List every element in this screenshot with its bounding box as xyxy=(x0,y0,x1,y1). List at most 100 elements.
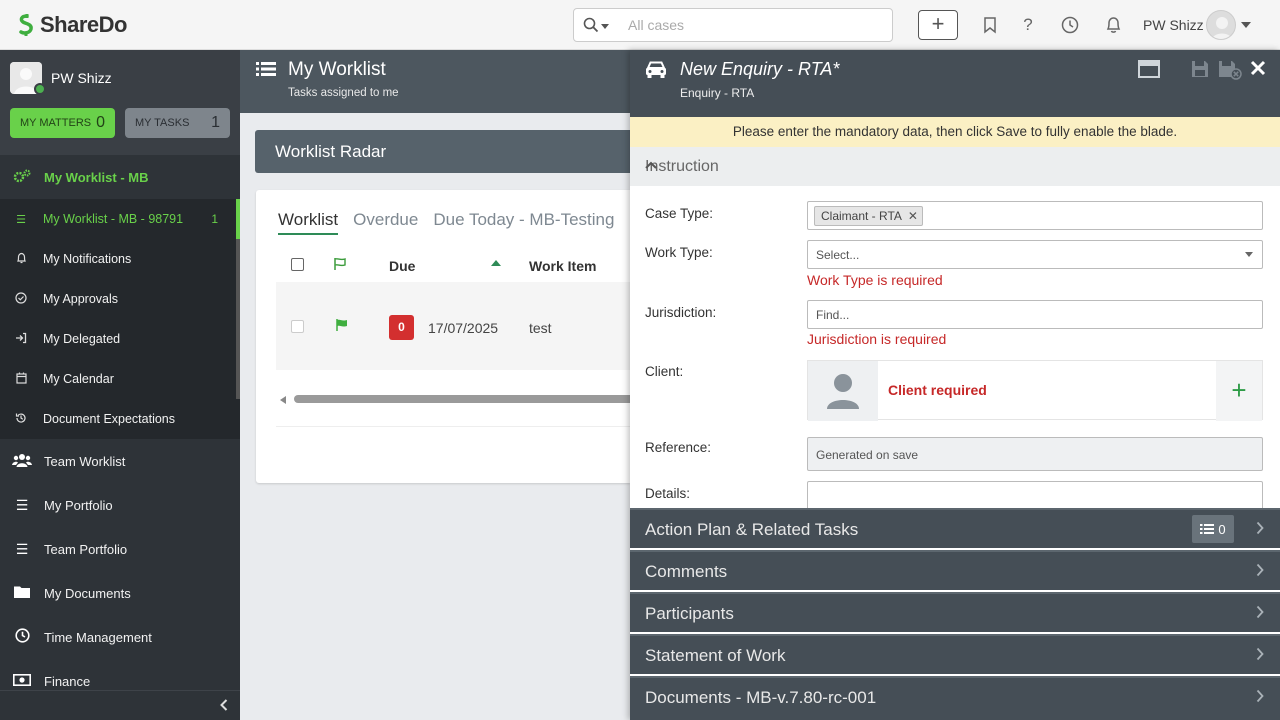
section-action-plan[interactable]: Action Plan & Related Tasks 0 xyxy=(630,508,1280,548)
tab-overdue[interactable]: Overdue xyxy=(353,210,418,235)
section-comments[interactable]: Comments xyxy=(630,550,1280,590)
online-status-icon xyxy=(34,83,46,95)
scrollbar-thumb[interactable] xyxy=(294,395,634,403)
flag-column-icon[interactable] xyxy=(333,257,347,274)
section-participants[interactable]: Participants xyxy=(630,592,1280,632)
my-matters-count: 0 xyxy=(96,114,105,131)
worklist-radar-title: Worklist Radar xyxy=(275,142,387,161)
mandatory-data-warning: Please enter the mandatory data, then cl… xyxy=(630,117,1280,147)
list-icon: ☰ xyxy=(15,540,29,557)
action-plan-count-badge[interactable]: 0 xyxy=(1192,515,1234,543)
sidebar-item-time-management[interactable]: Time Management xyxy=(0,615,240,659)
sidebar-item-label: My Delegated xyxy=(43,332,121,346)
sidebar-item-my-worklist-mb-98791[interactable]: ☰ My Worklist - MB - 98791 1 xyxy=(0,199,240,239)
section-documents[interactable]: Documents - MB-v.7.80-rc-001 xyxy=(630,676,1280,720)
select-all-checkbox[interactable] xyxy=(291,258,304,271)
users-icon xyxy=(12,453,32,470)
column-header-work-item[interactable]: Work Item xyxy=(529,258,596,274)
worklist-radar-header[interactable]: Worklist Radar xyxy=(255,130,630,173)
sidebar-collapse-button[interactable] xyxy=(0,690,240,720)
blade-header: New Enquiry - RTA* Enquiry - RTA xyxy=(630,50,1280,117)
scroll-left-icon[interactable] xyxy=(280,396,286,404)
sidebar-item-my-portfolio[interactable]: ☰ My Portfolio xyxy=(0,483,240,527)
sidebar-item-label: Team Portfolio xyxy=(44,541,128,557)
user-menu-caret-icon[interactable] xyxy=(1241,22,1251,28)
chevron-right-icon xyxy=(1256,605,1264,622)
work-type-select[interactable]: Select... xyxy=(807,240,1263,269)
work-type-label: Work Type: xyxy=(645,245,713,260)
sidebar-item-label: My Notifications xyxy=(43,252,132,266)
section-statement-of-work[interactable]: Statement of Work xyxy=(630,634,1280,674)
page-subtitle: Tasks assigned to me xyxy=(288,87,399,99)
case-type-tag-label: Claimant - RTA xyxy=(821,209,902,223)
money-icon xyxy=(12,673,32,689)
chevron-up-icon[interactable] xyxy=(645,156,1258,172)
search-input[interactable] xyxy=(618,17,892,33)
details-label: Details: xyxy=(645,486,691,501)
sidebar-item-label: Finance xyxy=(44,673,91,689)
sidebar-item-label: My Documents xyxy=(44,585,131,601)
case-type-field[interactable]: Claimant - RTA ✕ xyxy=(807,201,1263,230)
my-matters-label: My Matters xyxy=(20,117,92,129)
divider xyxy=(276,426,630,427)
sidebar-item-my-calendar[interactable]: My Calendar xyxy=(0,359,240,399)
reference-value: Generated on save xyxy=(816,448,919,462)
save-and-close-icon[interactable] xyxy=(1218,60,1242,82)
sidebar-item-team-worklist[interactable]: Team Worklist xyxy=(0,439,240,483)
sidebar-item-label: Document Expectations xyxy=(43,412,176,426)
sort-ascending-icon[interactable] xyxy=(491,260,501,266)
blade-subtitle: Enquiry - RTA xyxy=(680,86,755,100)
client-label: Client: xyxy=(645,364,684,379)
history-icon[interactable] xyxy=(1058,13,1082,37)
add-button[interactable]: + xyxy=(918,10,958,40)
sidebar-item-my-notifications[interactable]: My Notifications xyxy=(0,239,240,279)
section-instruction-header[interactable]: Instruction xyxy=(630,147,1280,186)
sidebar-item-my-delegated[interactable]: My Delegated xyxy=(0,319,240,359)
sidebar-item-my-documents[interactable]: My Documents xyxy=(0,571,240,615)
flag-icon[interactable] xyxy=(335,318,349,335)
horizontal-scrollbar[interactable] xyxy=(280,395,634,405)
tab-worklist[interactable]: Worklist xyxy=(278,210,339,235)
row-checkbox[interactable] xyxy=(291,320,304,333)
sidebar-item-team-portfolio[interactable]: ☰ Team Portfolio xyxy=(0,527,240,571)
search-icon[interactable] xyxy=(574,9,618,41)
column-header-due[interactable]: Due xyxy=(389,258,415,274)
list-icon: ☰ xyxy=(16,213,26,226)
section-title: Action Plan & Related Tasks xyxy=(645,520,859,539)
list-icon: ☰ xyxy=(15,496,29,513)
user-avatar[interactable] xyxy=(1206,10,1236,40)
jurisdiction-label: Jurisdiction: xyxy=(645,305,717,320)
case-search[interactable] xyxy=(573,8,893,42)
add-client-button[interactable]: + xyxy=(1216,361,1262,421)
tab-due-today[interactable]: Due Today - MB-Testing xyxy=(433,210,614,235)
jurisdiction-input[interactable]: Find... xyxy=(807,300,1263,329)
sidebar-item-label: My Portfolio xyxy=(44,497,113,513)
maximize-icon[interactable] xyxy=(1137,60,1161,82)
reference-label: Reference: xyxy=(645,440,712,455)
save-icon[interactable] xyxy=(1188,60,1212,82)
work-item-name[interactable]: test xyxy=(529,320,552,336)
sidebar-item-label: Time Management xyxy=(44,629,152,645)
close-icon[interactable] xyxy=(1250,56,1266,82)
subnav-scrollbar[interactable] xyxy=(236,239,240,399)
sidebar-item-my-approvals[interactable]: My Approvals xyxy=(0,279,240,319)
case-type-tag[interactable]: Claimant - RTA ✕ xyxy=(814,206,923,226)
blade-title: New Enquiry - RTA* xyxy=(680,59,840,79)
jurisdiction-placeholder: Find... xyxy=(816,308,850,322)
my-matters-button[interactable]: My Matters 0 xyxy=(10,108,115,138)
sidebar-item-my-worklist-mb[interactable]: My Worklist - MB xyxy=(0,155,240,199)
grid-header: Due Work Item xyxy=(276,250,630,282)
cogs-icon xyxy=(12,169,32,186)
sidebar-item-document-expectations[interactable]: Document Expectations xyxy=(0,399,240,439)
remove-tag-icon[interactable]: ✕ xyxy=(908,207,918,225)
help-icon[interactable]: ? xyxy=(1016,13,1040,37)
table-row[interactable]: 0 17/07/2025 test xyxy=(276,282,630,370)
sidebar-item-label: My Approvals xyxy=(43,292,119,306)
bell-icon[interactable] xyxy=(1101,13,1125,37)
user-name[interactable]: PW Shizz xyxy=(1143,17,1204,33)
client-picker[interactable]: Client required + xyxy=(807,360,1263,421)
bookmark-icon[interactable] xyxy=(978,13,1002,37)
sharedo-logo[interactable]: ShareDo xyxy=(18,12,127,38)
case-type-label: Case Type: xyxy=(645,206,714,221)
my-tasks-button[interactable]: My Tasks 1 xyxy=(125,108,230,138)
